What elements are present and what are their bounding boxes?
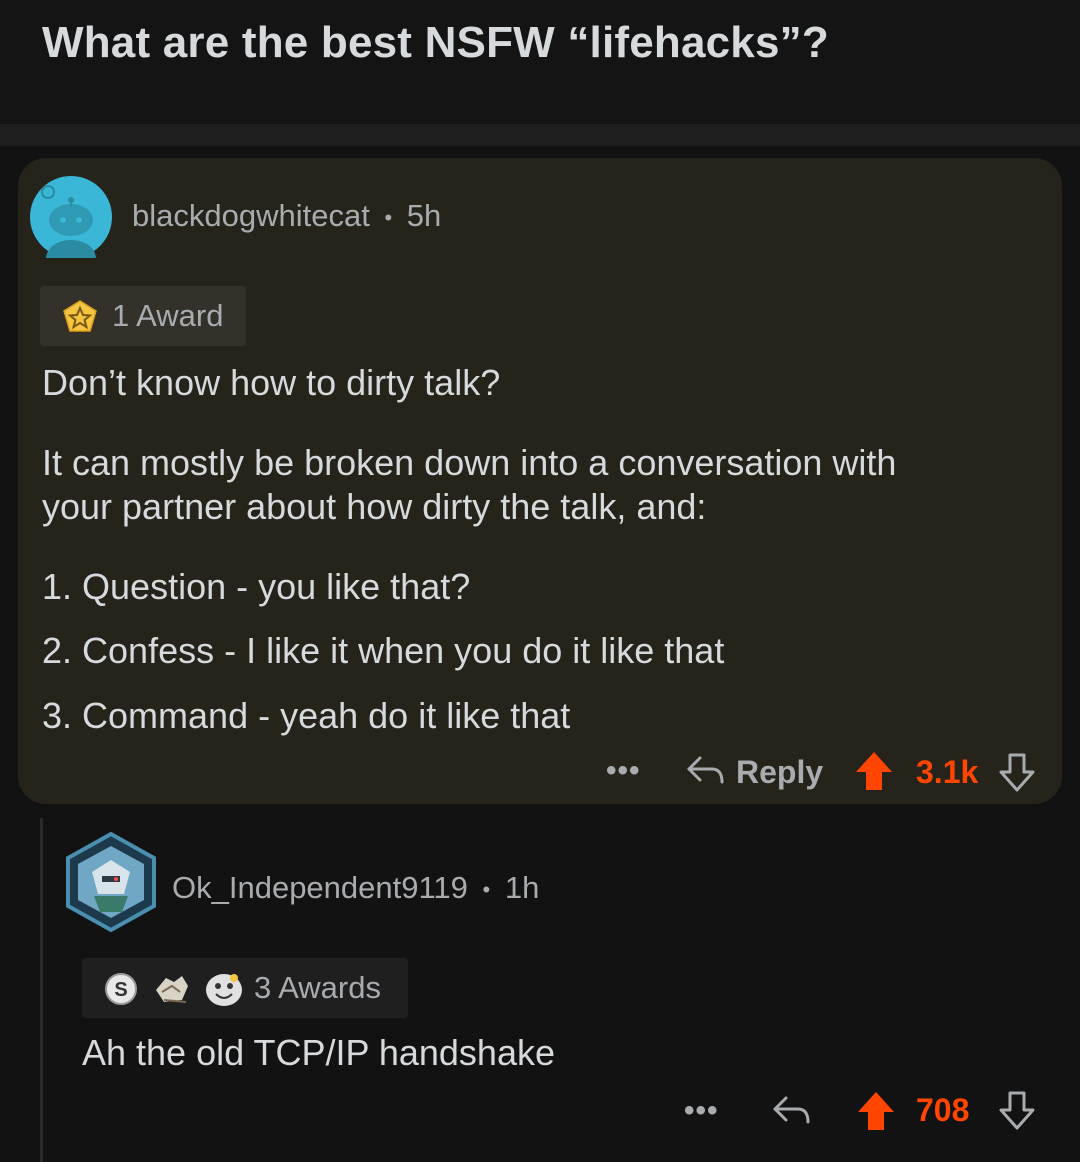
- comment-list-item: 3. Command - yeah do it like that: [42, 695, 571, 736]
- downvote-arrow-icon[interactable]: [998, 1090, 1036, 1132]
- reply-author-line: Ok_Independent9119 • 1h: [172, 870, 539, 906]
- comment-author-line: blackdogwhitecat • 5h: [132, 198, 441, 234]
- more-options-button[interactable]: •••: [684, 1094, 719, 1128]
- reply-arrow-icon[interactable]: [686, 754, 726, 788]
- reply-arrow-icon[interactable]: [772, 1094, 812, 1128]
- reply-timestamp: 1h: [504, 870, 540, 905]
- comment-list-item: 2. Confess - I like it when you do it li…: [42, 630, 725, 671]
- comment-timestamp: 5h: [406, 198, 442, 233]
- wholesome-award-icon: [156, 976, 188, 1003]
- divider: [0, 124, 1080, 146]
- comment-author[interactable]: blackdogwhitecat: [132, 198, 370, 233]
- award-badge[interactable]: S 3 Awards: [82, 958, 408, 1018]
- avatar[interactable]: [64, 832, 158, 932]
- reply-author[interactable]: Ok_Independent9119: [172, 870, 468, 905]
- helpful-award-icon: [206, 974, 242, 1006]
- comment-card: blackdogwhitecat • 5h 1 Award Don’t know…: [18, 158, 1062, 804]
- avatar[interactable]: [30, 176, 112, 258]
- award-badge[interactable]: 1 Award: [40, 286, 246, 346]
- silver-award-icon: S: [105, 973, 137, 1005]
- more-options-button[interactable]: •••: [606, 754, 641, 788]
- meta-separator: •: [384, 204, 393, 230]
- comment-list-item: 1. Question - you like that?: [42, 566, 471, 607]
- vote-count: 708: [916, 1092, 970, 1128]
- upvote-arrow-icon[interactable]: [854, 750, 894, 792]
- meta-separator: •: [482, 876, 491, 902]
- reply-button[interactable]: Reply: [736, 754, 823, 791]
- award-count: 1 Award: [112, 298, 224, 333]
- comment-body-line: your partner about how dirty the talk, a…: [42, 486, 707, 527]
- svg-text:S: S: [114, 979, 127, 1001]
- reply-body: Ah the old TCP/IP handshake: [82, 1032, 555, 1073]
- vote-count: 3.1k: [916, 754, 979, 790]
- downvote-arrow-icon[interactable]: [998, 752, 1036, 794]
- comment-body-line: It can mostly be broken down into a conv…: [42, 442, 897, 483]
- award-count: 3 Awards: [254, 970, 381, 1005]
- post-title[interactable]: What are the best NSFW “lifehacks”?: [42, 18, 829, 68]
- thread-line[interactable]: [40, 818, 43, 1162]
- comment-body-line: Don’t know how to dirty talk?: [42, 362, 501, 403]
- post-header: What are the best NSFW “lifehacks”?: [0, 0, 1080, 124]
- upvote-arrow-icon[interactable]: [856, 1090, 896, 1132]
- gold-star-award-icon: [63, 300, 97, 332]
